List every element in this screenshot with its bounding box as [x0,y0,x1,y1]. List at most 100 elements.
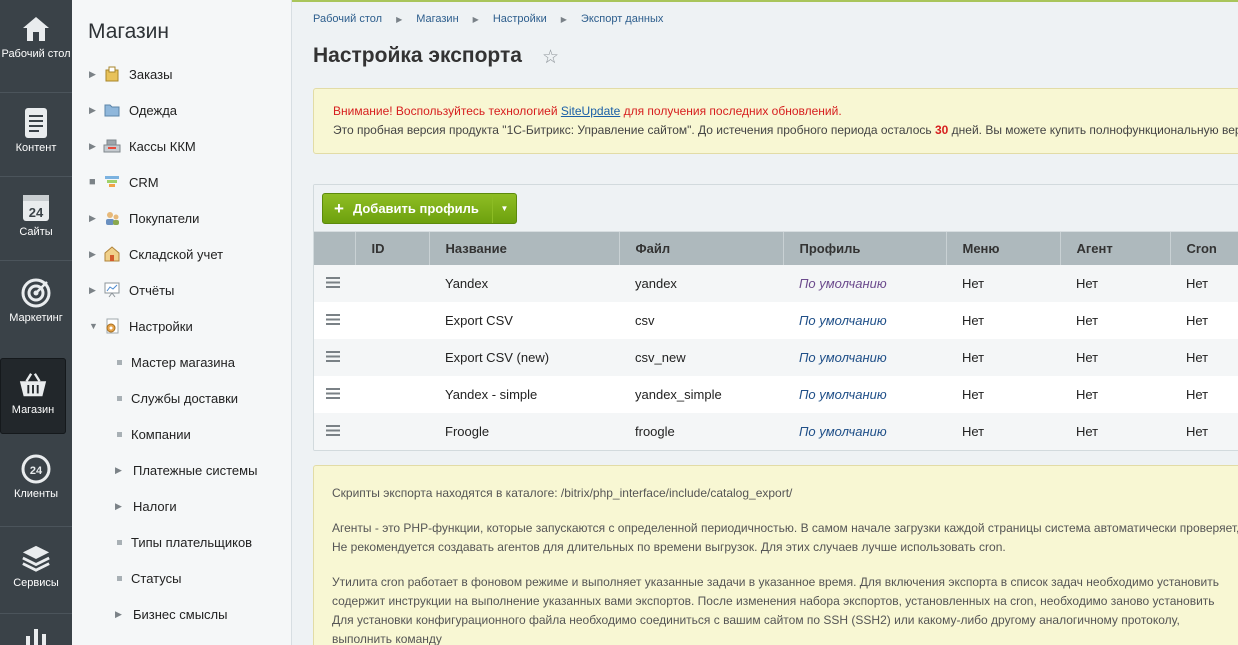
favorite-star-icon[interactable]: ☆ [542,46,559,69]
column-header-file[interactable]: Файл [619,232,784,265]
row-menu-icon[interactable] [314,339,355,376]
sidebar-subitem[interactable]: ▶ Бизнес смыслы [72,596,291,632]
nav-services[interactable]: Сервисы [0,543,72,590]
expand-arrow-icon[interactable]: ▶ [115,501,125,512]
expand-arrow-icon[interactable]: ▶ [89,249,99,260]
bullet-icon [117,395,122,401]
nav-content[interactable]: Контент [0,108,72,155]
sidebar-item-clothes[interactable]: ▶ Одежда [72,92,291,128]
customers-icon [103,210,121,226]
notice-warning-text: для получения последних обновлений. [620,104,842,118]
cell-id [355,265,429,302]
breadcrumb-link[interactable]: Магазин [416,13,458,26]
nav-label: Сервисы [13,577,59,589]
sidebar-subitem[interactable]: Компании [72,416,291,452]
table-row[interactable]: Yandex - simple yandex_simple По умолчанию… [314,376,1238,413]
nav-clients[interactable]: 24 Клиенты [0,454,72,501]
table-row[interactable]: Export CSV (new) csv_new По умолчанию Нет Не… [314,339,1238,376]
cell-file: yandex [619,265,783,302]
cell-cron: Нет [1170,339,1238,376]
cell-name: Froogle [429,413,619,450]
expand-arrow-icon[interactable]: ▶ [89,213,99,224]
sidebar-item-orders[interactable]: ▶ Заказы [72,56,291,92]
analytics-icon[interactable] [24,628,48,645]
table-row[interactable]: Export CSV csv По умолчанию Нет Нет Нет [314,302,1238,339]
add-profile-button[interactable]: + Добавить профиль ▼ [322,193,517,224]
sidebar-subitem[interactable]: ▶ Платежные системы [72,452,291,488]
column-header-cron[interactable]: Cron [1170,232,1238,265]
sidebar-subitem-label: Службы доставки [131,390,239,406]
folder-icon [103,102,121,118]
sidebar-subitem[interactable]: Службы доставки [72,380,291,416]
grid-toolbar: + Добавить профиль ▼ [314,185,1238,232]
nav-marketing[interactable]: Маркетинг [0,278,72,325]
sidebar-subitem[interactable]: Мастер магазина [72,344,291,380]
row-menu-icon[interactable] [314,302,355,339]
cell-profile[interactable]: По умолчанию [783,413,946,450]
sidebar-item-label: Покупатели [129,210,200,226]
expand-arrow-icon[interactable]: ▶ [89,285,99,296]
trial-notice: Внимание! Воспользуйтесь технологией Sit… [313,88,1238,154]
row-menu-icon[interactable] [314,413,355,450]
sidebar-item-crm[interactable]: ■ CRM [72,164,291,200]
breadcrumb-link[interactable]: Экспорт данных [581,13,663,26]
sidebar-subitem[interactable]: Типы плательщиков [72,524,291,560]
cell-profile[interactable]: По умолчанию [783,376,946,413]
breadcrumb-link[interactable]: Рабочий стол [313,13,382,26]
bullet-icon [117,359,122,365]
main-content: Рабочий стол ▶ Магазин ▶ Настройки ▶ Экспор… [293,2,1238,645]
expand-arrow-icon[interactable]: ▶ [89,69,99,80]
sidebar-subitem-label: Бизнес смыслы [133,606,228,622]
cell-agent: Нет [1060,302,1170,339]
sidebar-item-cash[interactable]: ▶ Кассы ККМ [72,128,291,164]
sidebar-item-settings[interactable]: ▼ Настройки [72,308,291,344]
cell-profile[interactable]: По умолчанию [783,265,946,302]
sidebar-item-label: Заказы [129,66,173,82]
nav-label: Контент [15,142,57,154]
nav-desktop[interactable]: Рабочий стол [0,14,72,61]
breadcrumb-link[interactable]: Настройки [493,13,547,26]
notice-warning-text: Внимание! Воспользуйтесь технологией [333,104,561,118]
sidebar-subitem[interactable]: ▶ Налоги [72,488,291,524]
nav-sites[interactable]: 24 Сайты [0,192,72,239]
table-row[interactable]: Froogle froogle По умолчанию Нет Нет Нет [314,413,1238,450]
notice-days-count: 30 [934,123,949,137]
column-header-name[interactable]: Название [429,232,620,265]
siteupdate-link[interactable]: SiteUpdate [561,104,620,118]
column-header-menu[interactable]: Меню [946,232,1061,265]
row-menu-icon[interactable] [314,265,355,302]
export-profiles-grid: + Добавить профиль ▼ ID Название Файл Пр… [313,184,1238,451]
nav-shop[interactable]: Магазин [0,358,66,434]
column-header-profile[interactable]: Профиль [783,232,947,265]
sidebar-item-customers[interactable]: ▶ Покупатели [72,200,291,236]
chevron-down-icon[interactable]: ▼ [492,194,516,223]
row-menu-icon[interactable] [314,376,355,413]
sidebar-title: Магазин [88,20,170,43]
sidebar-item-reports[interactable]: ▶ Отчёты [72,272,291,308]
column-header-agent[interactable]: Агент [1060,232,1171,265]
sidebar-item-label: Настройки [129,318,193,334]
cell-menu-flag: Нет [946,413,1060,450]
column-header-id[interactable]: ID [355,232,430,265]
sidebar-subitem[interactable]: Статусы [72,560,291,596]
expand-arrow-icon[interactable]: ▶ [89,105,99,116]
sidebar-item-warehouse[interactable]: ▶ Складской учет [72,236,291,272]
collapse-arrow-icon[interactable]: ▼ [89,321,99,331]
nav-label: Рабочий стол [1,48,71,60]
info-text: содержит инструкции на выполнение указан… [332,594,1215,608]
table-row[interactable]: Yandex yandex По умолчанию Нет Нет Нет [314,265,1238,302]
cell-profile[interactable]: По умолчанию [783,339,946,376]
sidebar-subitem-label: Налоги [133,498,177,514]
expand-arrow-icon[interactable]: ▶ [115,465,125,476]
expand-arrow-icon[interactable]: ▶ [115,609,125,620]
expand-arrow-icon[interactable]: ▶ [89,141,99,152]
cell-id [355,413,429,450]
global-nav: Рабочий стол Контент 24 Сайты Маркетинг … [0,0,72,645]
cell-name: Export CSV (new) [429,339,619,376]
info-text: выполнить команду [332,632,442,645]
chevron-right-icon: ▶ [472,15,479,24]
cell-profile[interactable]: По умолчанию [783,302,946,339]
info-text: Не рекомендуется создавать агентов для д… [332,540,1006,554]
bullet-icon [117,539,122,545]
cell-name: Export CSV [429,302,619,339]
